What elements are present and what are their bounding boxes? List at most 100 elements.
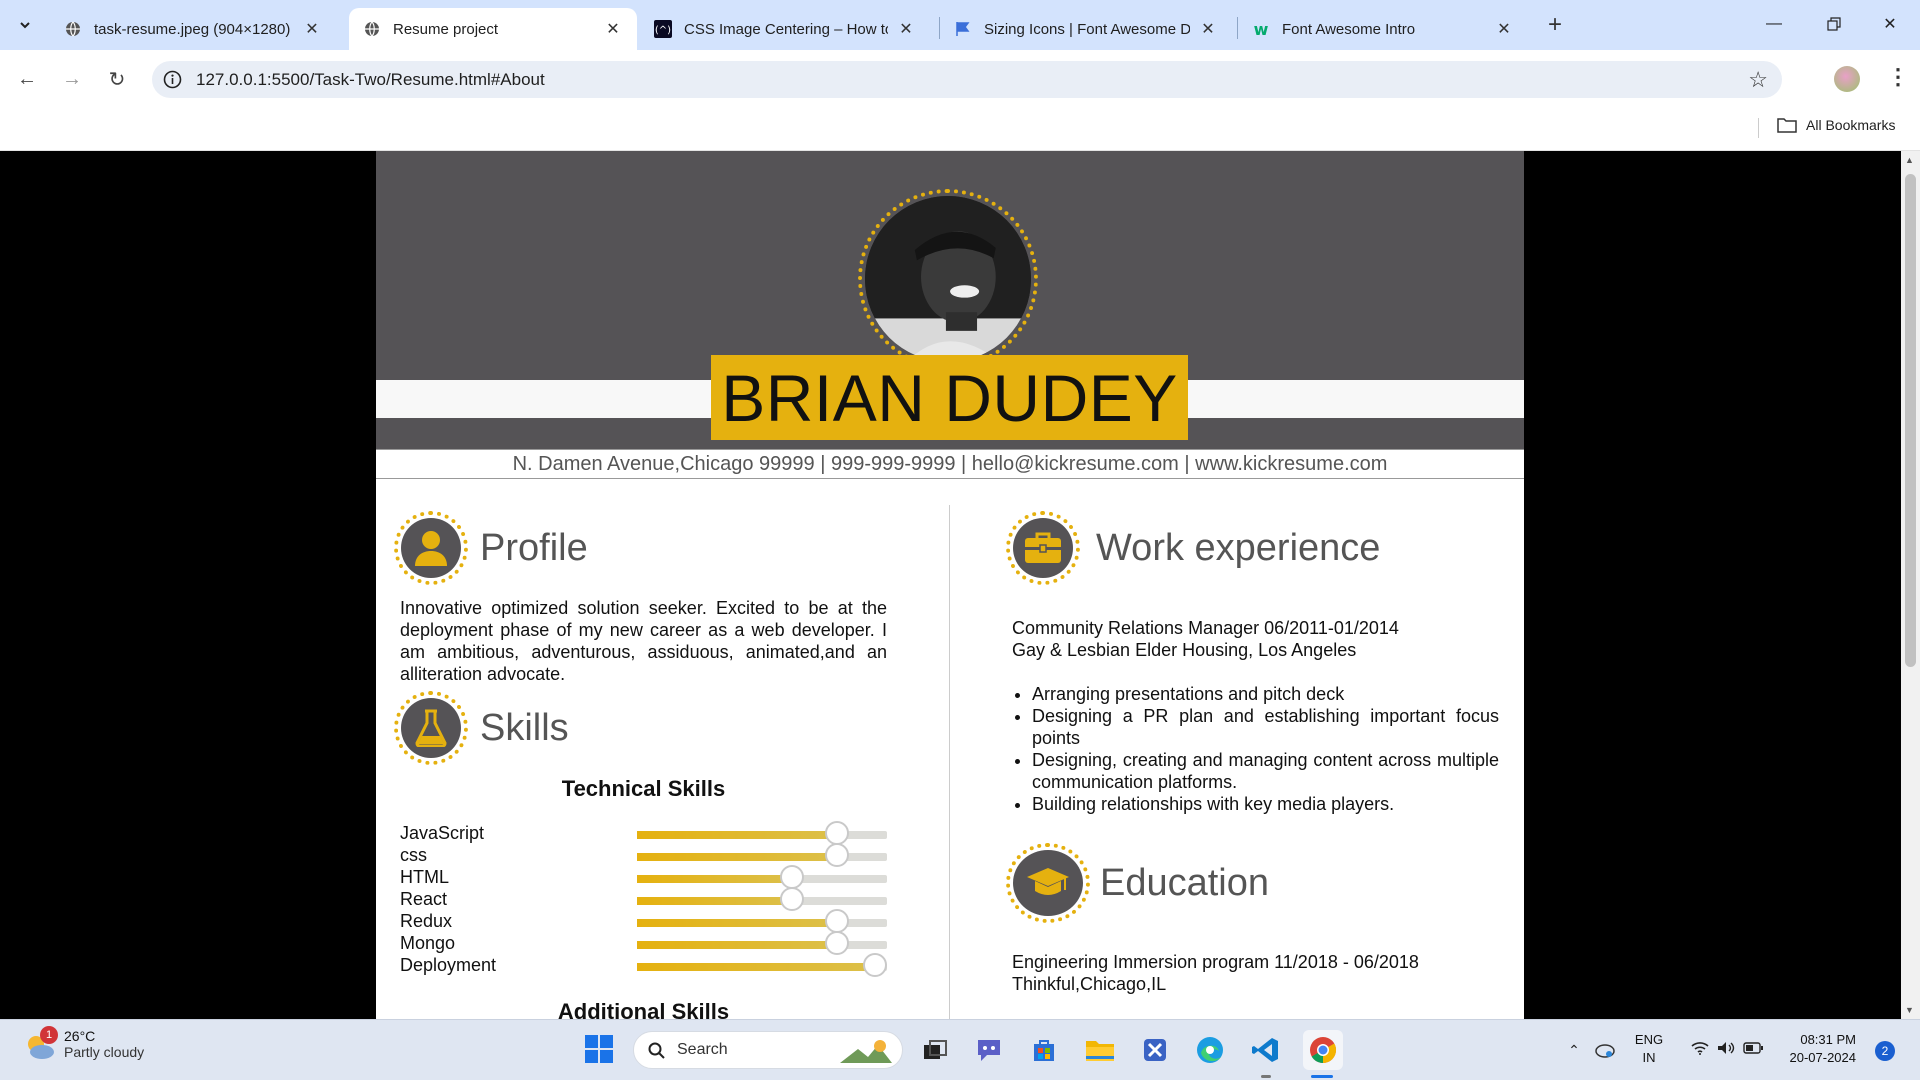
clock[interactable]: 08:31 PM 20-07-2024 — [1776, 1031, 1857, 1067]
page-scrollbar[interactable]: ▲ ▼ — [1901, 151, 1920, 1019]
tab-search-button[interactable] — [11, 11, 39, 39]
url-text[interactable]: 127.0.0.1:5500/Task-Two/Resume.html#Abou… — [196, 70, 545, 90]
slider-thumb[interactable] — [825, 843, 849, 867]
folder-icon — [1086, 1041, 1114, 1061]
teams-chat-button[interactable] — [972, 1033, 1006, 1067]
close-tab-icon[interactable]: ✕ — [1494, 19, 1514, 39]
close-icon: ✕ — [1883, 16, 1897, 33]
quick-settings-button[interactable] — [1684, 1036, 1770, 1064]
skill-level-bar[interactable] — [637, 843, 887, 867]
additional-skills-heading: Additional Skills — [557, 999, 730, 1019]
profile-avatar[interactable] — [1834, 66, 1860, 92]
job-role: Community Relations Manager 06/2011-01/2… — [1012, 618, 1399, 638]
profile-section-icon — [394, 511, 468, 585]
menu-kebab-icon[interactable]: ⋮ — [1887, 64, 1909, 90]
slider-thumb[interactable] — [825, 909, 849, 933]
technical-skills-heading: Technical Skills — [561, 776, 726, 801]
page-viewport: BRIAN DUDEY N. Damen Avenue,Chicago 9999… — [0, 151, 1920, 1019]
restore-icon — [1827, 17, 1841, 31]
chevron-up-icon: ⌃ — [1568, 1041, 1580, 1058]
scroll-up-arrow-icon[interactable]: ▲ — [1905, 155, 1914, 165]
profile-photo — [858, 189, 1038, 369]
skill-level-bar[interactable] — [637, 909, 887, 933]
new-tab-button[interactable]: + — [1541, 11, 1569, 39]
scrollbar-thumb[interactable] — [1905, 174, 1916, 667]
minimize-button[interactable]: — — [1746, 0, 1802, 48]
task-view-button[interactable] — [918, 1033, 952, 1067]
clock-date: 20-07-2024 — [1789, 1050, 1857, 1065]
svg-text:(^): (^) — [655, 25, 671, 36]
slider-thumb[interactable] — [863, 953, 887, 977]
onedrive-tray-icon[interactable] — [1591, 1038, 1617, 1062]
skill-level-bar[interactable] — [637, 953, 887, 977]
bookmark-star-icon[interactable]: ☆ — [1748, 67, 1768, 93]
reload-button[interactable]: ↻ — [99, 61, 135, 97]
address-bar[interactable]: 127.0.0.1:5500/Task-Two/Resume.html#Abou… — [152, 61, 1782, 98]
close-tab-icon[interactable]: ✕ — [603, 19, 623, 39]
tab-task-resume[interactable]: task-resume.jpeg (904×1280) ✕ — [50, 8, 336, 50]
close-tab-icon[interactable]: ✕ — [896, 19, 916, 39]
column-divider — [949, 505, 950, 1019]
skill-level-fill — [637, 963, 875, 971]
skill-name: HTML — [400, 867, 449, 887]
site-info-icon[interactable] — [162, 69, 183, 90]
file-explorer-button[interactable] — [1083, 1033, 1117, 1067]
back-button[interactable]: ← — [9, 61, 45, 97]
tab-title: CSS Image Centering – How to — [684, 20, 888, 38]
tab-title: Resume project — [393, 20, 499, 38]
battery-icon — [1743, 1041, 1763, 1059]
search-icon — [648, 1042, 665, 1059]
resume-page: BRIAN DUDEY N. Damen Avenue,Chicago 9999… — [376, 151, 1524, 1019]
education-program: Engineering Immersion program 11/2018 - … — [1012, 952, 1419, 972]
skill-name: Mongo — [400, 933, 456, 953]
scissors-icon — [1144, 1039, 1166, 1061]
edge-button[interactable] — [1193, 1033, 1227, 1067]
chat-icon — [978, 1040, 1000, 1061]
weather-temperature: 26°C — [64, 1028, 96, 1044]
skills-heading: Skills — [480, 707, 569, 749]
profile-photo-image — [865, 196, 1031, 362]
bookmarks-bar: All Bookmarks — [0, 108, 1920, 151]
tab-font-awesome-intro[interactable]: w Font Awesome Intro ✕ — [1238, 8, 1528, 50]
weather-widget[interactable]: 1 26°C Partly cloudy — [22, 1026, 144, 1064]
slider-thumb[interactable] — [780, 865, 804, 889]
language-code: ENG — [1634, 1032, 1664, 1047]
contact-line: N. Damen Avenue,Chicago 99999 | 999-999-… — [376, 449, 1524, 479]
chevron-down-icon — [20, 22, 30, 29]
chrome-button[interactable] — [1303, 1030, 1343, 1070]
skill-level-bar[interactable] — [637, 887, 887, 911]
slider-thumb[interactable] — [780, 887, 804, 911]
tab-title: Font Awesome Intro — [1282, 20, 1416, 38]
all-bookmarks-button[interactable]: All Bookmarks — [1777, 117, 1895, 133]
forward-button[interactable]: → — [54, 61, 90, 97]
reload-icon: ↻ — [108, 68, 126, 91]
tab-sizing-icons[interactable]: Sizing Icons | Font Awesome Do ✕ — [940, 8, 1232, 50]
tab-css-image-centering[interactable]: (^) CSS Image Centering – How to ✕ — [640, 8, 930, 50]
close-tab-icon[interactable]: ✕ — [1198, 19, 1218, 39]
skill-name: Deployment — [400, 955, 497, 975]
scroll-down-arrow-icon[interactable]: ▼ — [1905, 1005, 1914, 1015]
minimize-icon: — — [1766, 15, 1782, 32]
skill-level-bar[interactable] — [637, 821, 887, 845]
windows-logo-icon — [585, 1035, 613, 1063]
taskbar-search-box[interactable]: Search — [633, 1031, 903, 1069]
skill-level-bar[interactable] — [637, 931, 887, 955]
skill-level-bar[interactable] — [637, 865, 887, 889]
list-item: Designing, creating and managing content… — [1032, 749, 1499, 793]
tab-resume-project[interactable]: Resume project ✕ — [349, 8, 637, 50]
close-tab-icon[interactable]: ✕ — [302, 19, 322, 39]
language-indicator[interactable]: ENG IN — [1632, 1031, 1666, 1067]
arrow-left-icon: ← — [17, 67, 37, 90]
close-window-button[interactable]: ✕ — [1862, 0, 1918, 48]
vscode-button[interactable] — [1249, 1033, 1283, 1067]
start-button[interactable] — [582, 1032, 616, 1066]
restore-button[interactable] — [1806, 0, 1862, 48]
slider-thumb[interactable] — [825, 931, 849, 955]
snipping-tool-button[interactable] — [1138, 1033, 1172, 1067]
notification-count-badge[interactable]: 2 — [1875, 1041, 1895, 1061]
show-hidden-icons-button[interactable]: ⌃ — [1564, 1038, 1584, 1062]
search-highlight-icon — [840, 1040, 892, 1063]
microsoft-store-button[interactable] — [1027, 1033, 1061, 1067]
tab-strip: task-resume.jpeg (904×1280) ✕ Resume pro… — [0, 0, 1920, 50]
slider-thumb[interactable] — [825, 821, 849, 845]
